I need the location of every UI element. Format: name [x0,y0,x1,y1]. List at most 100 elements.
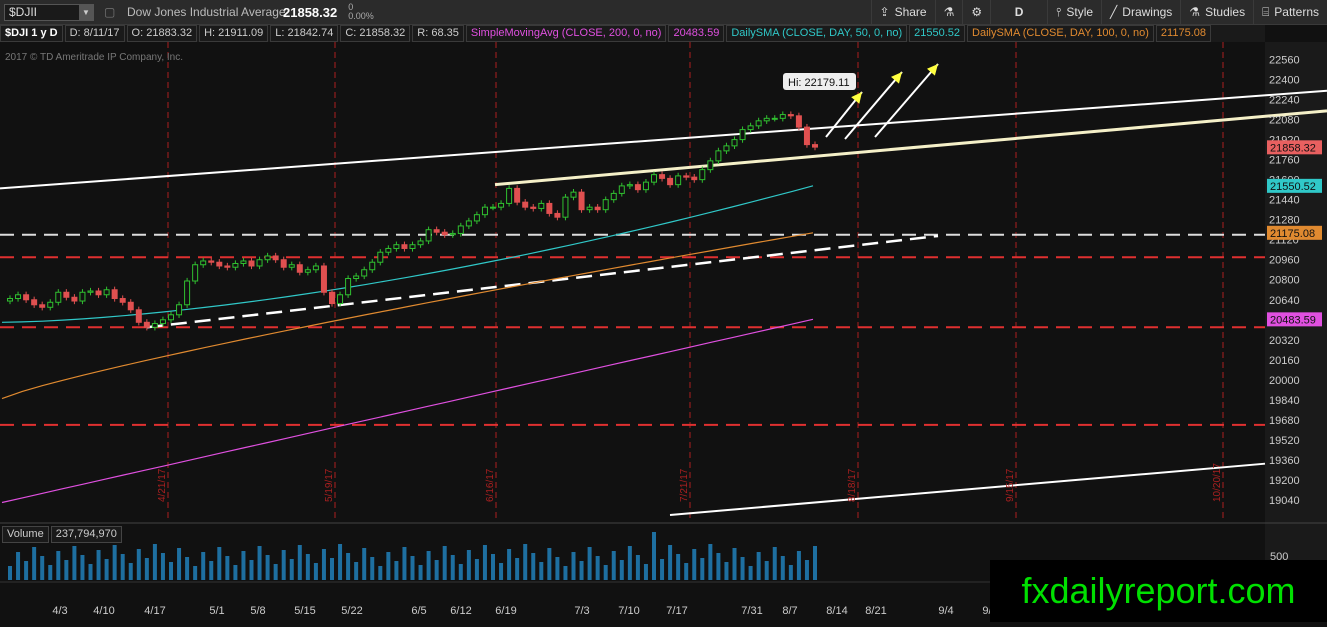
expiry-date-label: 8/18/17 [847,468,858,502]
time-tick-label: 8/14 [826,605,847,617]
volume-bar [80,555,85,580]
volume-bar [788,565,793,580]
price-tick-label: 19200 [1269,475,1300,487]
volume-bar [442,546,447,580]
sma200-label[interactable]: SimpleMovingAvg (CLOSE, 200, 0, no) [465,25,667,42]
price-tick-label: 20160 [1269,355,1300,367]
volume-bar [394,561,399,580]
volume-bar [531,553,536,580]
volume-bar [370,557,375,580]
price-label-text: 21175.08 [1270,228,1315,240]
volume-bar [321,549,326,580]
bar-open: O: 21883.32 [126,25,198,42]
settings-button[interactable]: ⚙ [962,0,990,24]
candle-body [312,265,319,271]
volume-bar [305,554,310,580]
price-chart[interactable]: 19040 19200 19360 19520 19680 19840 20000 20160… [0,42,1327,622]
volume-bar [402,547,407,580]
candle-body [481,206,488,216]
candle-body [562,196,569,218]
hi-annotation-text: Hi: 22179.11 [788,77,850,89]
drawings-button[interactable]: ╱ Drawings [1101,0,1180,24]
volume-bar [386,552,391,580]
candle-body [634,184,641,191]
candle-body [594,206,601,211]
volume-bar [346,553,351,580]
candle-body [71,296,78,302]
patterns-button[interactable]: ⌸ Patterns [1253,0,1327,24]
time-tick-label: 6/12 [450,605,471,617]
price-tick-label: 20640 [1269,295,1300,307]
bar-date: D: 8/11/17 [64,25,125,42]
studies-button[interactable]: ⚗ Studies [1180,0,1253,24]
volume-header: Volume 237,794,970 [2,526,124,543]
volume-bar [241,551,246,580]
candle-body [546,202,553,214]
volume-bar [96,550,101,580]
candle-body [151,323,158,328]
volume-bar [112,545,117,580]
volume-bar [724,562,729,580]
copyright: 2017 © TD Ameritrade IP Company, Inc. [5,52,184,63]
expiry-date-label: 6/16/17 [485,468,496,502]
candle-body [538,202,545,209]
volume-bar [676,554,681,580]
sma50-value: 21550.52 [909,25,966,42]
volume-bar [708,544,713,580]
volume-bar [281,550,286,580]
price-label-text: 20483.59 [1270,314,1316,326]
price-tick-label: 20960 [1269,255,1300,267]
volume-bar [177,548,182,580]
candle-body [143,321,150,328]
volume-bar [515,558,520,580]
volume-bar [410,556,415,580]
volume-bar [652,532,656,580]
share-button[interactable]: ⇪ Share [870,0,935,24]
volume-bar [772,547,777,580]
sma100-label[interactable]: DailySMA (CLOSE, DAY, 100, 0, no) [967,25,1154,42]
price-tick-label: 20000 [1269,375,1300,387]
volume-bar [684,563,689,580]
volume-bar [16,552,21,580]
chart-area[interactable]: 19040 19200 19360 19520 19680 19840 20000 20160… [0,42,1327,627]
candle-body [570,191,577,198]
style-button[interactable]: ⫯ Style [1047,0,1101,24]
candle-body [699,169,706,181]
patterns-label: Patterns [1274,5,1319,19]
price-tick-label: 22400 [1269,75,1300,87]
sma50-label[interactable]: DailySMA (CLOSE, DAY, 50, 0, no) [726,25,908,42]
time-tick-label: 5/1 [209,605,224,617]
candle-body [409,244,416,249]
candle-body [264,255,271,261]
volume-bar [491,554,495,580]
symbol-dropdown-icon[interactable]: ▼ [79,4,93,20]
volume-bar [426,551,431,580]
candle-body [216,261,223,267]
sma100-value: 21175.08 [1155,25,1211,42]
volume-bar [635,555,640,580]
candle-body [490,206,496,209]
candle-body [763,117,770,122]
bar-range: R: 68.35 [412,25,464,42]
candle-body [449,232,456,236]
volume-bar [297,545,302,580]
symbol-field[interactable]: $DJII ▼ [4,3,94,21]
symbol-menu-icon[interactable]: ▢ [104,5,124,19]
price-tick-label: 19680 [1269,415,1300,427]
volume-bar [523,544,528,580]
candle-body [779,114,786,119]
period-button[interactable]: D [990,0,1047,24]
last-price: 21858.32 [283,4,338,20]
flask-icon: ⚗ [1189,5,1201,19]
volume-bar [692,549,697,580]
volume-bar [796,551,801,580]
drawings-label: Drawings [1122,5,1173,19]
volume-bar [547,548,552,580]
time-tick-label: 6/5 [411,605,426,617]
gear-icon: ⚙ [971,5,983,19]
candle-body [667,177,674,186]
volume-bar [313,563,318,580]
volume-bar [72,546,77,580]
candle-body [95,290,102,296]
flask-button[interactable]: ⚗ [934,0,963,24]
